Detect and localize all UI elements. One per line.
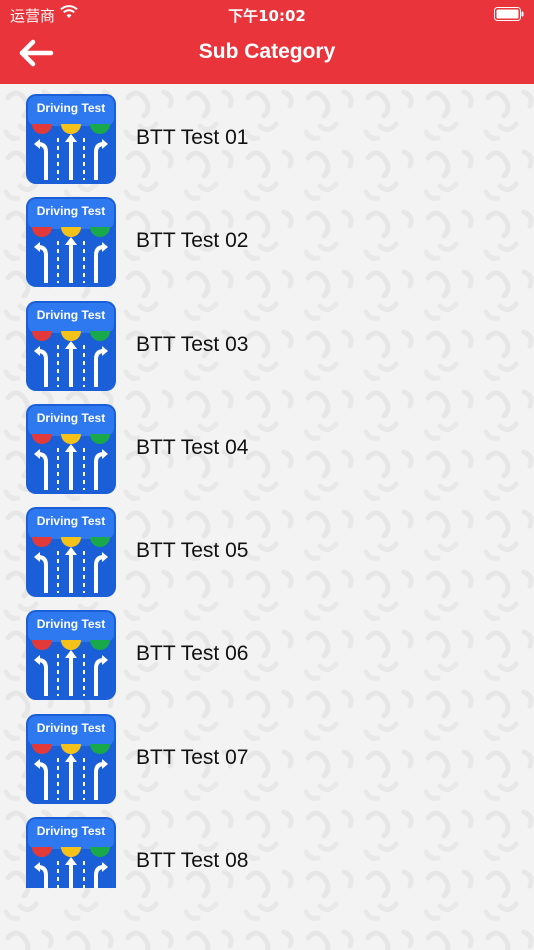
page-title: Sub Category [198,40,336,63]
battery-icon [494,7,524,21]
list-item-btt-test-04[interactable]: Driving Test BTT Test 04 [0,394,534,497]
list-item-btt-test-05[interactable]: Driving Test BTT Test 05 [0,497,534,600]
list-item-label: BTT Test 04 [136,435,249,459]
list-item-label: BTT Test 05 [136,539,249,563]
list-item-label: BTT Test 03 [136,332,249,356]
driving-test-app-icon: Driving Test [26,713,116,804]
status-bar: 运营商 下午10:02 [0,0,534,28]
driving-test-app-icon: Driving Test [26,817,116,888]
list-item-label: BTT Test 01 [136,126,249,149]
driving-test-app-icon: Driving Test [26,507,116,598]
list-item-btt-test-02[interactable]: Driving Test BTT Test 02 [0,187,534,290]
svg-text:Driving Test: Driving Test [37,721,105,735]
list-item-label: BTT Test 06 [136,642,249,666]
list-item-label: BTT Test 02 [136,229,249,253]
svg-text:Driving Test: Driving Test [37,824,105,838]
svg-text:Driving Test: Driving Test [37,514,105,528]
driving-test-app-icon: Driving Test [26,197,116,288]
list-item-label: BTT Test 07 [136,745,249,769]
list-item-btt-test-06[interactable]: Driving Test BTT Test 06 [0,600,534,703]
driving-test-app-icon: Driving Test [26,94,116,184]
navigation-bar: Sub Category [0,28,534,84]
driving-test-app-icon: Driving Test [26,403,116,494]
list-item-btt-test-01[interactable]: Driving Test BTT Test 01 [0,84,534,187]
svg-text:Driving Test: Driving Test [37,308,105,322]
svg-text:Driving Test: Driving Test [37,204,105,218]
content-area: Driving Test BTT Test 01 Driving Test BT… [0,84,534,950]
clock: 下午10:02 [228,7,306,25]
svg-text:Driving Test: Driving Test [37,617,105,631]
driving-test-app-icon: Driving Test [26,300,116,391]
subcategory-list: Driving Test BTT Test 01 Driving Test BT… [0,84,534,888]
svg-text:Driving Test: Driving Test [37,101,105,115]
driving-test-app-icon: Driving Test [26,610,116,701]
svg-text:Driving Test: Driving Test [37,411,105,425]
list-item-btt-test-07[interactable]: Driving Test BTT Test 07 [0,704,534,807]
list-item-label: BTT Test 08 [136,849,249,873]
header: 运营商 下午10:02 Sub Category [0,0,534,84]
list-item-btt-test-03[interactable]: Driving Test BTT Test 03 [0,291,534,394]
list-item-btt-test-08[interactable]: Driving Test BTT Test 08 [0,807,534,888]
